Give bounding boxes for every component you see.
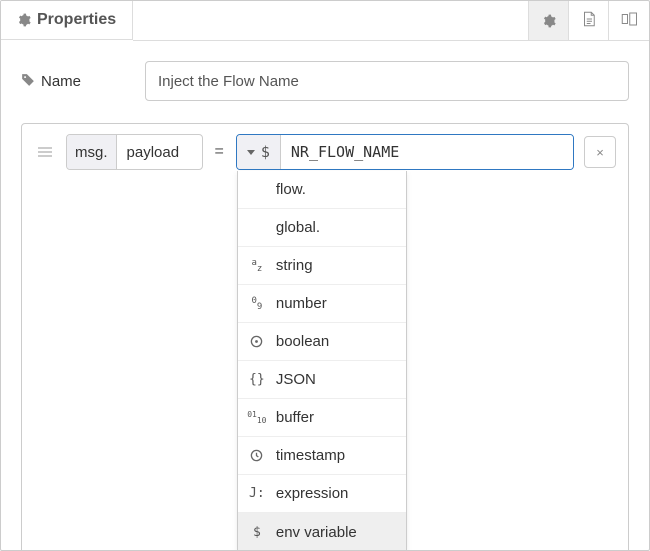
type-option-label: number xyxy=(276,295,327,312)
type-option-label: global. xyxy=(276,219,320,236)
document-icon xyxy=(580,10,598,31)
type-option-flow[interactable]: flow. xyxy=(238,171,406,209)
rules-box: msg. payload = $ flow.global.azstring09n… xyxy=(21,123,629,551)
type-option-label: buffer xyxy=(276,409,314,426)
msg-property[interactable]: payload xyxy=(117,135,202,169)
equals-sign: = xyxy=(213,143,226,161)
env-variable-icon: $ xyxy=(248,525,266,540)
type-option-label: flow. xyxy=(276,181,306,198)
properties-panel: Properties xyxy=(0,0,650,551)
type-glyph: $ xyxy=(261,143,270,161)
type-option-env-variable[interactable]: $ env variable xyxy=(238,513,406,551)
type-option-buffer[interactable]: 0110 buffer xyxy=(238,399,406,437)
header-settings-button[interactable] xyxy=(528,1,568,40)
buffer-type-icon: 0110 xyxy=(248,413,266,423)
rule-row: msg. payload = $ flow.global.azstring09n… xyxy=(34,134,616,170)
type-option-label: string xyxy=(276,257,313,274)
type-dropdown: flow. global. az string 09 number boolean {} JSO… xyxy=(237,171,407,551)
gear-icon xyxy=(17,13,31,27)
type-option-label: expression xyxy=(276,485,349,502)
close-icon: × xyxy=(596,145,604,160)
value-box: $ flow.global.azstring09numberboolean{}J… xyxy=(236,134,574,170)
type-option-timestamp[interactable]: timestamp xyxy=(238,437,406,475)
header-tools xyxy=(528,1,649,41)
property-chip[interactable]: msg. payload xyxy=(66,134,203,170)
caret-down-icon xyxy=(247,150,255,155)
msg-prefix: msg. xyxy=(67,135,117,169)
header-appearance-button[interactable] xyxy=(608,1,648,40)
properties-tab[interactable]: Properties xyxy=(1,1,133,40)
type-option-label: env variable xyxy=(276,524,357,541)
appearance-icon xyxy=(620,10,638,31)
JSON-icon: {} xyxy=(248,372,266,387)
tag-icon xyxy=(21,73,35,90)
type-option-boolean[interactable]: boolean xyxy=(238,323,406,361)
name-row: Name xyxy=(1,41,649,113)
drag-handle[interactable] xyxy=(34,140,56,164)
type-selector-button[interactable]: $ xyxy=(237,135,281,169)
gear-icon xyxy=(542,14,556,28)
timestamp-type-icon xyxy=(248,449,266,462)
name-label: Name xyxy=(41,73,81,90)
type-option-global[interactable]: global. xyxy=(238,209,406,247)
type-option-expression[interactable]: J: expression xyxy=(238,475,406,513)
name-input[interactable] xyxy=(145,61,629,101)
name-label-wrap: Name xyxy=(21,73,131,90)
type-option-label: timestamp xyxy=(276,447,345,464)
type-option-string[interactable]: az string xyxy=(238,247,406,285)
type-option-JSON[interactable]: {} JSON xyxy=(238,361,406,399)
remove-rule-button[interactable]: × xyxy=(584,136,616,168)
properties-title: Properties xyxy=(37,11,116,29)
value-input[interactable] xyxy=(281,135,573,169)
string-type-icon: az xyxy=(248,261,266,271)
type-option-number[interactable]: 09 number xyxy=(238,285,406,323)
header-spacer xyxy=(133,1,528,41)
number-type-icon: 09 xyxy=(248,299,266,309)
header-row: Properties xyxy=(1,1,649,41)
boolean-type-icon xyxy=(248,335,266,348)
type-option-label: JSON xyxy=(276,371,316,388)
expression-icon: J: xyxy=(248,486,266,501)
header-description-button[interactable] xyxy=(568,1,608,40)
type-option-label: boolean xyxy=(276,333,329,350)
